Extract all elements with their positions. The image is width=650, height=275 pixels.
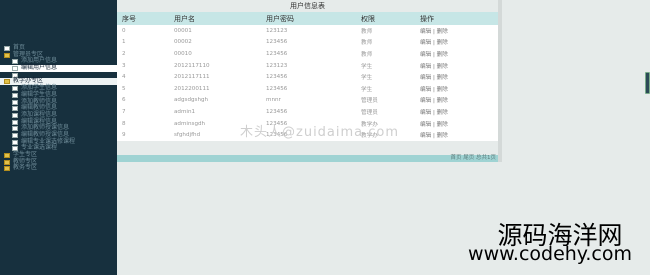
folder-icon (4, 52, 10, 58)
cell-password: 123456 (261, 106, 356, 118)
cell-username: 00010 (169, 48, 261, 60)
sidebar-item[interactable]: 编辑用户信息 (0, 64, 117, 72)
scrollbar[interactable] (498, 0, 502, 162)
table-row: 0 00001 123123 教师 编辑 | 删除 (117, 25, 498, 37)
page-icon (12, 99, 18, 105)
cell-index: 0 (117, 25, 169, 37)
cell-index: 2 (117, 48, 169, 60)
page-icon (12, 112, 18, 118)
sidebar-item[interactable]: 管理员专区 (0, 51, 117, 59)
watermark-text: 木头人@zuidaima.com (240, 125, 400, 140)
cell-actions[interactable]: 编辑 | 删除 (415, 59, 498, 72)
page-icon (12, 66, 18, 72)
page-title: 用户信息表 (290, 2, 325, 10)
table-row: 6 adgsdgshgh mnnr 管理员 编辑 | 删除 (117, 94, 498, 107)
cell-username: 2012117111 (169, 71, 261, 83)
sidebar-item[interactable]: 添加用户信息 (0, 58, 117, 65)
table-header-row: 序号 用户名 用户密码 权限 操作 (117, 12, 498, 25)
cell-actions[interactable]: 编辑 | 删除 (415, 25, 498, 37)
cell-actions[interactable]: 编辑 | 删除 (415, 117, 498, 130)
col-header-index: 序号 (117, 12, 169, 25)
nav-tree: 首页 管理员专区 添加用户信息 编辑用户信息 教学办专区 添加学生信息 编辑学生信息 添加教师… (0, 44, 117, 172)
cell-role: 学生 (356, 82, 415, 95)
side-tab[interactable] (645, 72, 650, 94)
sidebar-item[interactable]: 添加课程信息 (0, 111, 117, 119)
cell-username: 2012117110 (169, 59, 261, 72)
cell-password: 123456 (261, 71, 356, 83)
cell-role: 教师 (356, 48, 415, 60)
sidebar: 首页 管理员专区 添加用户信息 编辑用户信息 教学办专区 添加学生信息 编辑学生信息 添加教师… (0, 0, 117, 275)
cell-password: 123456 (261, 82, 356, 95)
folder-icon (4, 159, 10, 165)
cell-username: 00001 (169, 25, 261, 37)
cell-index: 5 (117, 82, 169, 95)
cell-password: 123456 (261, 36, 356, 49)
brand-url: www.codehy.com (468, 243, 632, 265)
cell-index: 4 (117, 71, 169, 83)
page-icon (12, 59, 18, 65)
table-row: 1 00002 123456 教师 编辑 | 删除 (117, 36, 498, 49)
cell-username: adgsdgshgh (169, 94, 261, 107)
table-row: 2 00010 123456 教师 编辑 | 删除 (117, 48, 498, 60)
cell-password: 123456 (261, 48, 356, 60)
cell-actions[interactable]: 编辑 | 删除 (415, 106, 498, 118)
cell-index: 1 (117, 36, 169, 49)
page-icon (12, 86, 18, 92)
pagination-footer[interactable]: 首页 尾页 总共1页 (117, 155, 498, 162)
page-icon (12, 126, 18, 132)
page-icon (12, 132, 18, 138)
cell-username: 2012200111 (169, 82, 261, 95)
cell-actions[interactable]: 编辑 | 删除 (415, 48, 498, 60)
folder-icon (4, 166, 10, 172)
cell-username: admin1 (169, 106, 261, 118)
cell-actions[interactable]: 编辑 | 删除 (415, 82, 498, 95)
cell-role: 教师 (356, 36, 415, 49)
page-icon (12, 139, 18, 145)
cell-index: 6 (117, 94, 169, 107)
cell-index: 3 (117, 59, 169, 72)
table-row: 4 2012117111 123456 学生 编辑 | 删除 (117, 71, 498, 83)
sidebar-item-label: 教务专区 (13, 164, 38, 172)
cell-password: 123123 (261, 59, 356, 72)
sidebar-item[interactable]: 添加学生信息 (0, 84, 117, 92)
page-icon (4, 46, 10, 51)
table-row: 7 admin1 123456 管理员 编辑 | 删除 (117, 106, 498, 118)
folder-icon (4, 79, 10, 85)
folder-icon (4, 153, 10, 158)
table-row: 3 2012117110 123123 学生 编辑 | 删除 (117, 59, 498, 72)
cell-role: 学生 (356, 71, 415, 83)
cell-password: mnnr (261, 94, 356, 107)
cell-index: 8 (117, 117, 169, 130)
cell-password: 123123 (261, 25, 356, 37)
col-header-actions: 操作 (415, 12, 498, 25)
sidebar-item[interactable]: 教学办专区 (0, 78, 117, 86)
cell-username: 00002 (169, 36, 261, 49)
sidebar-item[interactable]: 编辑学生信息 (0, 91, 117, 99)
sidebar-item-label: 编辑用户信息 (21, 64, 58, 72)
sidebar-item[interactable]: 编辑专业课选修课程 (0, 138, 117, 146)
page-icon (12, 119, 18, 125)
col-header-password: 用户密码 (261, 12, 356, 25)
cell-role: 教师 (356, 25, 415, 37)
cell-actions[interactable]: 编辑 | 删除 (415, 36, 498, 49)
page-icon (12, 92, 18, 98)
cell-index: 7 (117, 106, 169, 118)
sidebar-item[interactable]: 添加教师信息 (0, 98, 117, 106)
table-row: 5 2012200111 123456 学生 编辑 | 删除 (117, 82, 498, 95)
cell-role: 学生 (356, 59, 415, 72)
col-header-username: 用户名 (169, 12, 261, 25)
sidebar-item[interactable]: 编辑教师信息 (0, 104, 117, 112)
cell-index: 9 (117, 129, 169, 141)
cell-role: 管理员 (356, 94, 415, 107)
col-header-role: 权限 (356, 12, 415, 25)
cell-role: 管理员 (356, 106, 415, 118)
sidebar-item[interactable]: 教务专区 (0, 165, 117, 172)
cell-actions[interactable]: 编辑 | 删除 (415, 94, 498, 107)
cell-actions[interactable]: 编辑 | 删除 (415, 129, 498, 141)
page-icon (12, 106, 18, 112)
cell-actions[interactable]: 编辑 | 删除 (415, 71, 498, 83)
